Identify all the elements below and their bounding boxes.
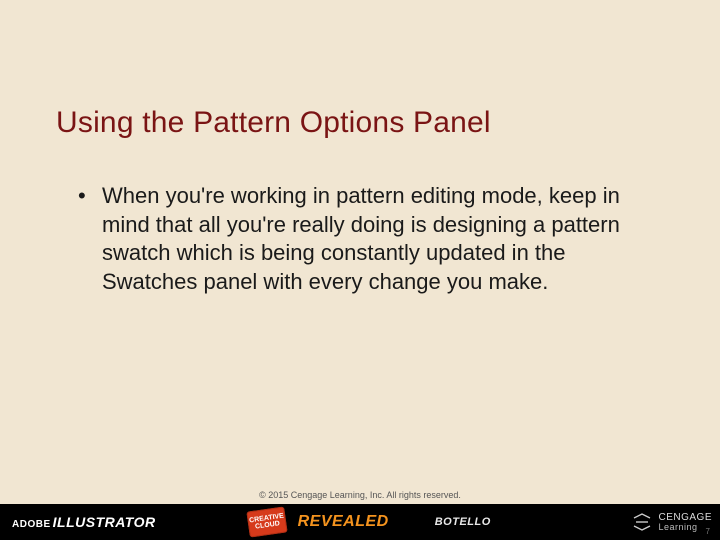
illustrator-label: ILLUSTRATOR	[53, 514, 156, 530]
slide: Using the Pattern Options Panel When you…	[0, 0, 720, 540]
cengage-logo: CENGAGE Learning	[632, 512, 712, 532]
slide-body: When you're working in pattern editing m…	[74, 182, 650, 296]
creative-cloud-badge-icon: CREATIVE CLOUD	[246, 506, 287, 537]
cengage-name: CENGAGE	[658, 513, 712, 523]
adobe-logo: ADOBE ILLUSTRATOR	[12, 514, 156, 530]
page-number: 7	[706, 527, 710, 536]
cengage-text: CENGAGE Learning	[658, 513, 712, 532]
cengage-sub: Learning	[658, 523, 712, 532]
bullet-list: When you're working in pattern editing m…	[74, 182, 650, 296]
slide-title: Using the Pattern Options Panel	[56, 106, 491, 140]
copyright-text: © 2015 Cengage Learning, Inc. All rights…	[0, 490, 720, 500]
author-label: BOTELLO	[435, 516, 491, 528]
bullet-item: When you're working in pattern editing m…	[74, 182, 650, 296]
cengage-mark-icon	[632, 512, 652, 532]
adobe-label: ADOBE	[12, 519, 51, 530]
revealed-label: REVEALED	[298, 513, 389, 531]
footer: © 2015 Cengage Learning, Inc. All rights…	[0, 490, 720, 540]
footer-bar: ADOBE ILLUSTRATOR CREATIVE CLOUD REVEALE…	[0, 504, 720, 540]
